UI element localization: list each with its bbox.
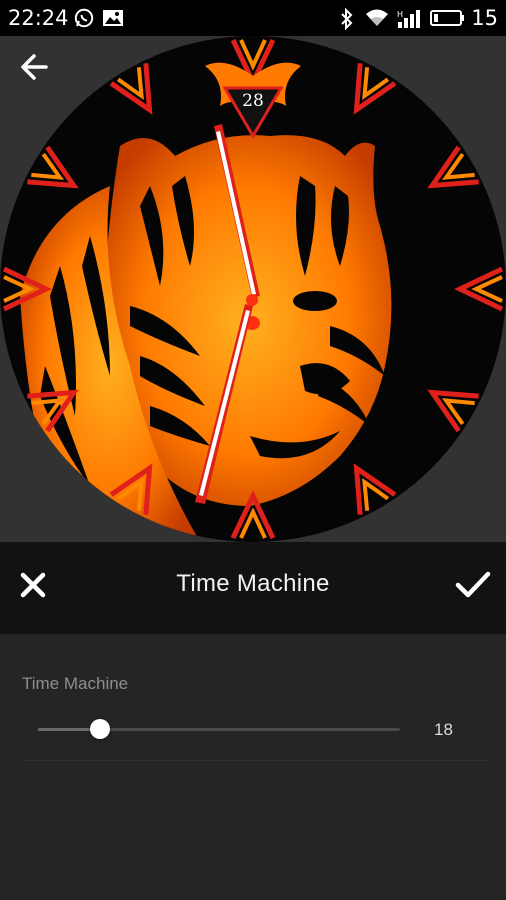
battery-icon bbox=[430, 8, 466, 32]
bluetooth-icon bbox=[340, 7, 354, 34]
center-pin bbox=[246, 294, 258, 306]
page-title: Time Machine bbox=[176, 570, 330, 597]
image-icon bbox=[102, 8, 124, 32]
signal-icon: H bbox=[396, 8, 422, 34]
battery-level: 15 bbox=[471, 6, 498, 30]
status-bar: 22:24 H 15 bbox=[0, 0, 506, 36]
time-machine-slider[interactable] bbox=[38, 719, 400, 739]
toolbar: Time Machine bbox=[0, 542, 506, 634]
check-icon bbox=[455, 571, 491, 598]
arrow-left-icon bbox=[21, 54, 48, 80]
svg-text:H: H bbox=[397, 10, 403, 19]
wifi-icon bbox=[365, 8, 389, 32]
date-display: 28 bbox=[242, 91, 264, 111]
status-time: 22:24 bbox=[8, 6, 69, 30]
watch-preview: 28 bbox=[0, 36, 506, 542]
settings-panel: Time Machine 18 bbox=[0, 634, 506, 900]
back-button[interactable] bbox=[18, 50, 52, 84]
slider-value: 18 bbox=[434, 720, 453, 739]
whatsapp-icon bbox=[74, 8, 94, 32]
setting-label: Time Machine bbox=[22, 674, 129, 693]
confirm-button[interactable] bbox=[454, 568, 492, 602]
slider-thumb[interactable] bbox=[89, 719, 110, 739]
watch-face: 28 bbox=[0, 36, 506, 542]
divider bbox=[22, 760, 486, 761]
